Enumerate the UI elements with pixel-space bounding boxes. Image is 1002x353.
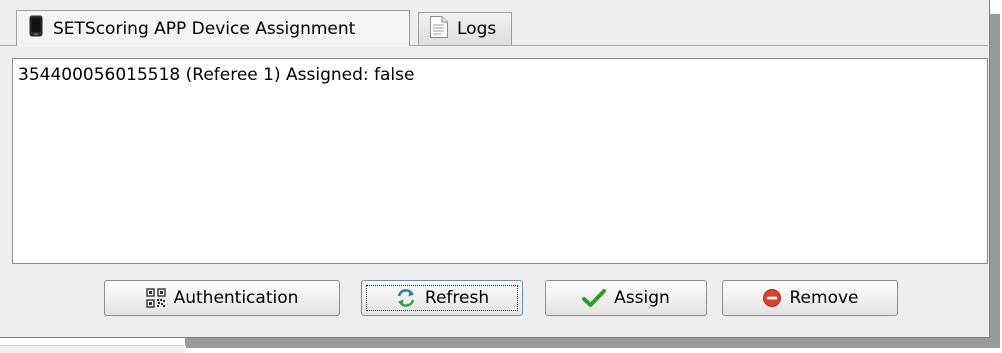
tab-logs[interactable]: Logs [418, 12, 512, 45]
list-item[interactable]: 354400056015518 (Referee 1) Assigned: fa… [18, 65, 414, 85]
assign-button-label: Assign [614, 288, 670, 308]
refresh-button-label: Refresh [424, 288, 490, 308]
remove-button-label: Remove [789, 288, 859, 308]
checkmark-icon [582, 288, 607, 308]
tab-strip: SETScoring APP Device Assignment Logs [0, 0, 988, 47]
refresh-icon [395, 287, 417, 309]
tab-device-assignment-label: SETScoring APP Device Assignment [53, 18, 356, 39]
button-bar: Authentication Refresh Assign Remove [0, 266, 988, 336]
authentication-button[interactable]: Authentication [104, 280, 340, 316]
device-list[interactable]: 354400056015518 (Referee 1) Assigned: fa… [12, 58, 988, 264]
refresh-button[interactable]: Refresh [361, 280, 523, 316]
remove-button[interactable]: Remove [722, 280, 898, 316]
device-assignment-window: SETScoring APP Device Assignment Logs 35… [0, 0, 990, 338]
document-icon [429, 15, 449, 44]
tab-device-assignment[interactable]: SETScoring APP Device Assignment [16, 10, 410, 47]
tab-logs-label: Logs [457, 19, 497, 39]
qr-code-icon [145, 288, 166, 308]
assign-button[interactable]: Assign [545, 280, 707, 316]
phone-icon [29, 15, 43, 42]
window-shadow-bottom [185, 338, 1000, 348]
window-shadow-right [990, 14, 1000, 348]
minus-circle-icon [762, 288, 782, 308]
authentication-button-label: Authentication [173, 288, 299, 308]
